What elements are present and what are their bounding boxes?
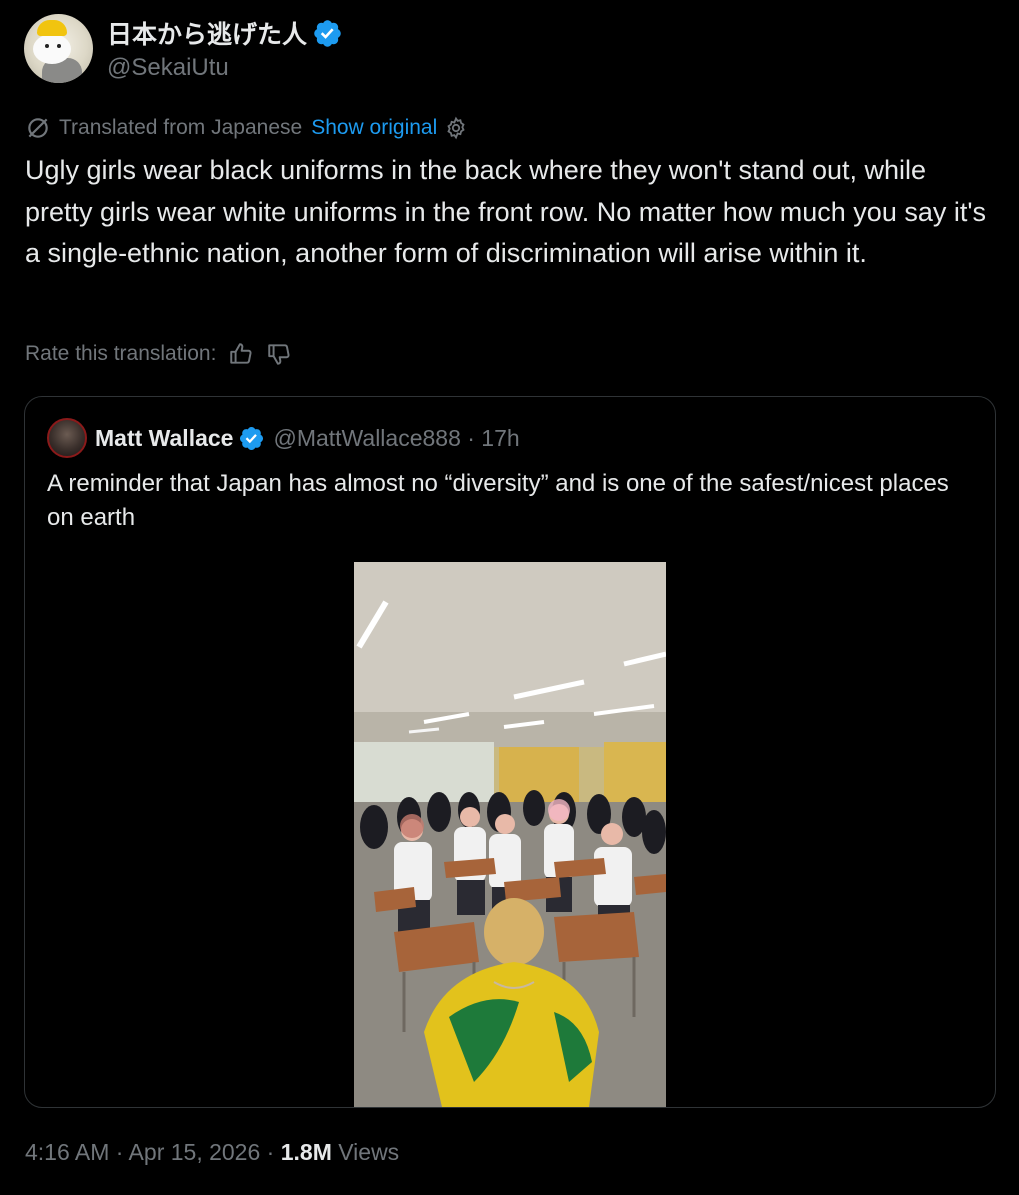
no-translate-icon [28, 118, 48, 138]
quoted-author-avatar[interactable] [47, 418, 87, 458]
verified-badge-icon [314, 19, 341, 47]
quoted-tweet-text: A reminder that Japan has almost no “div… [47, 470, 949, 531]
author-avatar[interactable] [24, 14, 93, 83]
tweet-meta: 4:16 AM · Apr 15, 2026 · 1.8M Views [25, 1139, 399, 1166]
translated-from-label: Translated from Japanese [59, 116, 303, 139]
author-handle[interactable]: @SekaiUtu [107, 54, 343, 82]
show-original-link[interactable]: Show original [311, 116, 437, 140]
quoted-author-handle-time[interactable]: @MattWallace888 · 17h [273, 425, 519, 452]
rate-translation-label: Rate this translation: [25, 342, 217, 365]
tweet-detail-page: 日本から逃げた人 @SekaiUtu Translated from Japan… [0, 0, 1019, 1195]
thumbs-down-button[interactable] [266, 341, 292, 367]
views-count: 1.8M [280, 1139, 332, 1165]
translation-notice: Translated from Japanese Show original [25, 115, 468, 141]
author-display-name[interactable]: 日本から逃げた人 [107, 15, 307, 51]
thumbs-up-icon [230, 343, 252, 364]
quoted-author-name[interactable]: Matt Wallace [95, 425, 233, 452]
classroom-video-thumbnail [354, 562, 666, 1107]
views-label: Views [331, 1139, 400, 1165]
rate-translation: Rate this translation: [25, 341, 292, 367]
thumbs-up-button[interactable] [228, 341, 254, 367]
quoted-tweet-card[interactable]: Matt Wallace @MattWallace888 · 17h A rem… [24, 396, 996, 1108]
tweet-text: Ugly girls wear black uniforms in the ba… [25, 155, 987, 268]
thumbs-down-icon [268, 344, 290, 365]
quoted-tweet-media[interactable] [354, 562, 666, 1107]
verified-badge-icon [240, 426, 264, 450]
author-name-block: 日本から逃げた人 @SekaiUtu [107, 15, 343, 82]
quoted-tweet-header: Matt Wallace @MattWallace888 · 17h [47, 418, 520, 458]
tweet-timestamp[interactable]: 4:16 AM · Apr 15, 2026 · [25, 1139, 281, 1165]
gear-icon[interactable] [444, 116, 468, 140]
tweet-header: 日本から逃げた人 @SekaiUtu [24, 14, 343, 83]
